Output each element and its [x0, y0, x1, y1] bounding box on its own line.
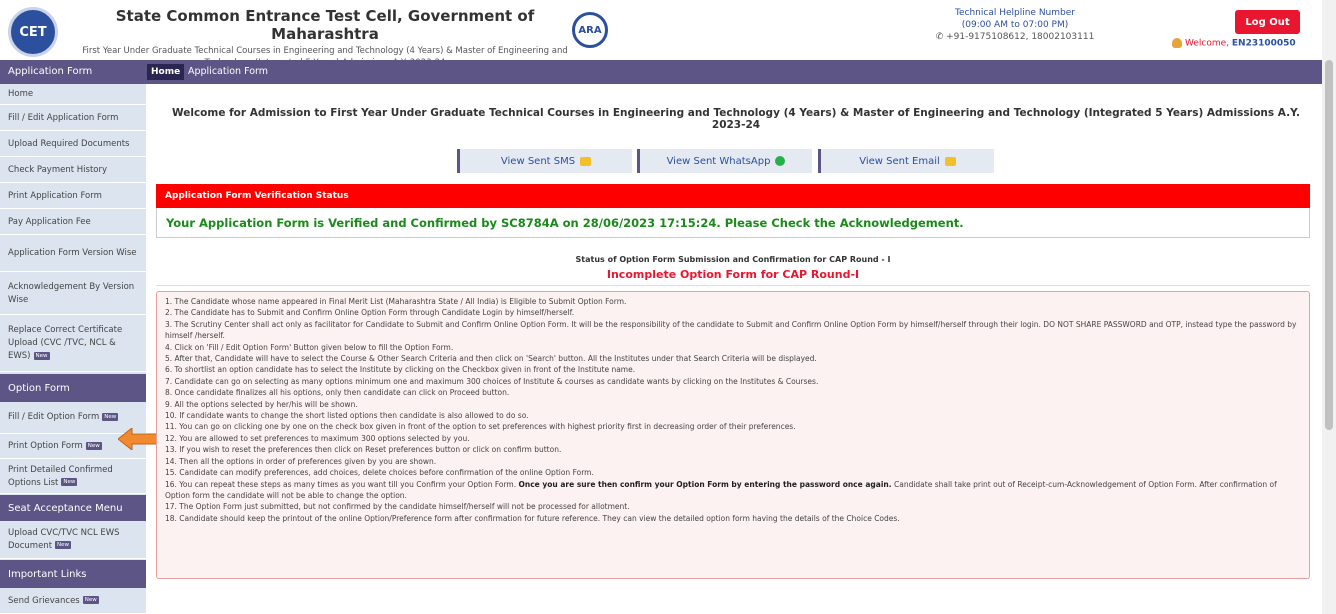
welcome-heading: Welcome for Admission to First Year Unde…: [172, 107, 1300, 131]
instruction-item: 15. Candidate can modify preferences, ad…: [165, 468, 594, 478]
whatsapp-icon: [775, 156, 786, 166]
sidebar-item-label: Send Grievances New: [8, 595, 99, 608]
sidebar-item-text: Replace Correct Certificate Upload (CVC …: [8, 325, 123, 361]
instruction-item: 16. You can repeat these steps as many t…: [165, 479, 1301, 502]
new-badge: New: [102, 412, 119, 421]
instruction-emphasis: Once you are sure then confirm your Opti…: [518, 479, 892, 489]
top-navbar: Application Form Home Application Form: [0, 60, 1322, 84]
sidebar-item-label: Print Detailed Confirmed Options List New: [8, 464, 138, 490]
instruction-item: 5. After that, Candidate will have to se…: [165, 354, 817, 364]
sidebar-item-label: Upload Required Documents: [8, 138, 130, 149]
instruction-item: 3. The Scrutiny Center shall act only as…: [165, 319, 1297, 341]
welcome-user: Welcome, EN23100050: [1172, 38, 1296, 49]
breadcrumb-application-form[interactable]: Application Form: [188, 64, 268, 80]
instructions-list: 1. The Candidate whose name appeared in …: [165, 296, 1301, 524]
page-scrollbar[interactable]: [1322, 0, 1336, 614]
logout-button[interactable]: Log Out: [1235, 10, 1300, 34]
sidebar-item-payment-history[interactable]: Check Payment History: [0, 158, 146, 183]
option-form-status-title: Status of Option Form Submission and Con…: [575, 255, 891, 264]
sms-icon: [580, 156, 592, 166]
phone-numbers: +91-9175108612, 18002103111: [946, 32, 1095, 42]
instruction-item: 2. The Candidate has to Submit and Confi…: [165, 308, 575, 318]
option-form-status: Incomplete Option Form for CAP Round-I: [156, 268, 1310, 286]
sidebar-header-seat-acceptance: Seat Acceptance Menu: [0, 495, 146, 521]
sidebar-item-print-application[interactable]: Print Application Form: [0, 184, 146, 209]
instruction-text: 16. You can repeat these steps as many t…: [165, 479, 517, 489]
site-title: State Common Entrance Test Cell, Governm…: [115, 7, 535, 43]
instruction-item: 6. To shortlist an option candidate has …: [165, 365, 636, 375]
instruction-item: 1. The Candidate whose name appeared in …: [165, 297, 627, 306]
arrow-pointer-icon: [118, 428, 160, 450]
welcome-label: Welcome,: [1185, 38, 1230, 49]
sidebar-header-option-form: Option Form: [0, 374, 146, 402]
user-icon: [1172, 38, 1182, 48]
sidebar-item-label: Acknowledgement By Version Wise: [8, 281, 135, 305]
sidebar-item-label: Replace Correct Certificate Upload (CVC …: [8, 324, 138, 363]
sidebar-item-upload-documents[interactable]: Upload Required Documents: [0, 132, 146, 157]
sidebar-item-label: Pay Application Fee: [8, 216, 91, 227]
helpline-block: Technical Helpline Number (09:00 AM to 0…: [920, 7, 1110, 43]
sidebar-item-acknowledgement[interactable]: Acknowledgement By Version Wise: [0, 273, 146, 315]
instruction-item: 7. Candidate can go on selecting as many…: [165, 376, 819, 386]
instruction-item: 13. If you wish to reset the preferences…: [165, 445, 562, 455]
sidebar-item-label: Upload CVC/TVC NCL EWS Document New: [8, 527, 138, 553]
instruction-item: 10. If candidate wants to change the sho…: [165, 411, 529, 421]
email-icon: [944, 156, 956, 166]
sidebar-item-fill-edit-application[interactable]: Fill / Edit Application Form: [0, 106, 146, 131]
instruction-item: 18. Candidate should keep the printout o…: [165, 513, 900, 523]
sidebar-header-important-links: Important Links: [0, 560, 146, 588]
button-label: View Sent SMS: [500, 155, 576, 167]
sidebar-item-label: Fill / Edit Application Form: [8, 112, 119, 123]
instruction-item: 17. The Option Form just submitted, but …: [165, 502, 630, 512]
instruction-item: 8. Once candidate finalizes all his opti…: [165, 388, 510, 398]
view-sent-sms-button[interactable]: View Sent SMS: [457, 149, 632, 173]
view-sent-whatsapp-button[interactable]: View Sent WhatsApp: [637, 149, 812, 173]
sidebar-item-version-wise[interactable]: Application Form Version Wise: [0, 236, 146, 272]
sidebar-item-label: Fill / Edit Option Form New: [8, 411, 119, 424]
helpline-hours: (09:00 AM to 07:00 PM): [961, 20, 1069, 30]
sidebar-item-print-confirmed-options[interactable]: Print Detailed Confirmed Options List New: [0, 460, 146, 494]
button-label: View Sent Email: [859, 155, 940, 167]
new-badge: New: [85, 441, 102, 450]
sidebar-item-label: Home: [8, 88, 34, 99]
instruction-item: 4. Click on 'Fill / Edit Option Form' Bu…: [165, 342, 454, 352]
instructions-panel: 1. The Candidate whose name appeared in …: [156, 291, 1310, 579]
new-badge: New: [61, 478, 78, 486]
sidebar-header-application-form: Application Form: [0, 60, 146, 84]
phone-icon: ✆: [935, 32, 947, 42]
sidebar-item-text: Send Grievances: [8, 595, 80, 606]
button-label: View Sent WhatsApp: [666, 155, 771, 167]
verification-status-bar: Application Form Verification Status: [156, 184, 1310, 208]
sidebar-item-pay-fee[interactable]: Pay Application Fee: [0, 210, 146, 235]
sidebar-item-text: Fill / Edit Option Form: [8, 412, 100, 422]
new-badge: New: [55, 541, 72, 549]
ara-logo: ARA: [572, 12, 608, 48]
verification-message: Your Application Form is Verified and Co…: [156, 208, 1310, 238]
sidebar-item-upload-cvc[interactable]: Upload CVC/TVC NCL EWS Document New: [0, 521, 146, 559]
new-badge: New: [33, 351, 50, 360]
scrollbar-thumb[interactable]: [1325, 60, 1333, 430]
sidebar-item-text: Print Option Form: [8, 441, 83, 451]
sidebar-item-replace-certificate[interactable]: Replace Correct Certificate Upload (CVC …: [0, 316, 146, 372]
new-badge: New: [82, 596, 99, 604]
sidebar-item-home[interactable]: Home: [0, 84, 146, 105]
cet-logo: CET: [8, 7, 58, 57]
instruction-item: 11. You can go on clicking one by one on…: [165, 422, 796, 432]
sidebar-item-label: Check Payment History: [8, 164, 108, 175]
sidebar-item-send-grievances[interactable]: Send Grievances New: [0, 589, 146, 614]
sidebar-item-label: Print Option Form New: [8, 440, 102, 453]
helpline-label: Technical Helpline Number: [955, 8, 1075, 18]
instruction-item: 14. Then all the options in order of pre…: [165, 456, 437, 466]
sidebar: Home Fill / Edit Application Form Upload…: [0, 84, 146, 614]
helpline-phones: ✆ +91-9175108612, 18002103111: [920, 31, 1110, 43]
page-header: CET State Common Entrance Test Cell, Gov…: [0, 0, 1336, 68]
instruction-item: 12. You are allowed to set preferences t…: [165, 433, 470, 443]
breadcrumb-home[interactable]: Home: [147, 64, 185, 80]
sidebar-item-label: Application Form Version Wise: [8, 248, 137, 258]
instruction-item: 9. All the options selected by her/his w…: [165, 399, 358, 409]
sidebar-item-label: Print Application Form: [8, 190, 102, 201]
view-sent-email-button[interactable]: View Sent Email: [818, 149, 994, 173]
user-id: EN23100050: [1231, 38, 1296, 49]
